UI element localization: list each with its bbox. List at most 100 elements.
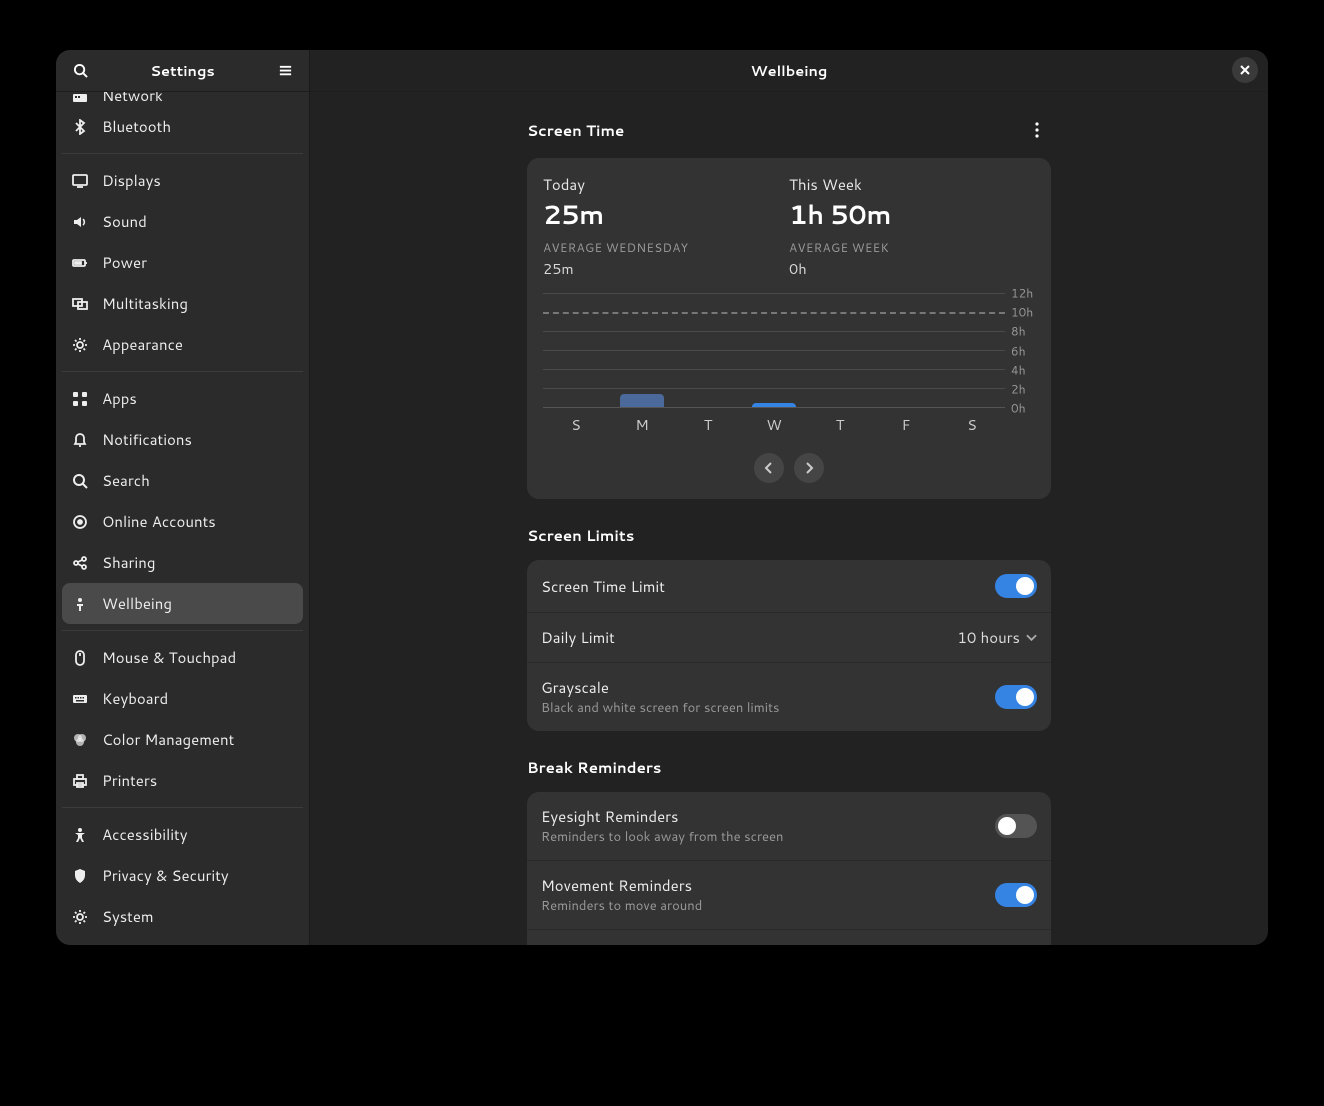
- movement-schedule-row[interactable]: Movement Break Schedule 5 minutes / 30 m…: [527, 929, 1051, 945]
- gridline: [543, 293, 1005, 294]
- today-label: Today: [543, 174, 789, 195]
- online-accounts-icon: [72, 514, 88, 530]
- week-avg-label: AVERAGE WEEK: [789, 239, 1035, 256]
- sidebar-item-search[interactable]: Search: [62, 460, 303, 501]
- sidebar-item-label: Network: [102, 92, 163, 106]
- kebab-icon: [1035, 122, 1039, 138]
- screen-time-heading: Screen Time: [527, 120, 624, 141]
- menu-button[interactable]: [271, 57, 299, 85]
- sidebar-item-label: Printers: [102, 770, 157, 791]
- chart-nav: [527, 439, 1051, 499]
- close-icon: [1240, 65, 1250, 75]
- sidebar-item-online-accounts[interactable]: Online Accounts: [62, 501, 303, 542]
- multitasking-icon: [72, 296, 88, 312]
- privacy-security-icon: [72, 868, 88, 884]
- sidebar-item-power[interactable]: Power: [62, 242, 303, 283]
- sidebar-separator: [62, 630, 303, 631]
- daily-limit-value: 10 hours: [957, 627, 1037, 648]
- screen-limits-heading: Screen Limits: [527, 525, 1051, 546]
- search-icon: [73, 63, 88, 78]
- x-tick-label: T: [807, 414, 873, 435]
- main-panel: Wellbeing Screen Time Today 25m: [310, 50, 1268, 945]
- settings-window: Settings Network Bluetooth DisplaysSoundPo…: [56, 50, 1268, 945]
- chevron-right-icon: [804, 462, 814, 474]
- eyesight-toggle[interactable]: [995, 814, 1037, 838]
- chevron-left-icon: [764, 462, 774, 474]
- sidebar-item-mouse-touchpad[interactable]: Mouse & Touchpad: [62, 637, 303, 678]
- sidebar: Settings Network Bluetooth DisplaysSoundPo…: [56, 50, 310, 945]
- sidebar-item-label: Privacy & Security: [102, 865, 229, 886]
- eyesight-reminders-row: Eyesight Reminders Reminders to look awa…: [527, 792, 1051, 860]
- break-reminders-list: Eyesight Reminders Reminders to look awa…: [527, 792, 1051, 945]
- screen-time-limit-toggle[interactable]: [995, 574, 1037, 598]
- next-week-button[interactable]: [794, 453, 824, 483]
- bluetooth-icon: [72, 119, 88, 135]
- x-tick-label: T: [675, 414, 741, 435]
- gridline: [543, 331, 1005, 332]
- sound-icon: [72, 214, 88, 230]
- page-title: Wellbeing: [751, 60, 828, 81]
- sidebar-item-label: Keyboard: [102, 688, 168, 709]
- main-header: Wellbeing: [310, 50, 1268, 92]
- sidebar-item-sound[interactable]: Sound: [62, 201, 303, 242]
- sidebar-item-bluetooth[interactable]: Bluetooth: [62, 106, 303, 147]
- y-tick-label: 10h: [1011, 304, 1033, 321]
- movement-schedule-value: 5 minutes / 30 minutes: [860, 944, 1037, 945]
- sidebar-item-printers[interactable]: Printers: [62, 760, 303, 801]
- week-label: This Week: [789, 174, 1035, 195]
- sidebar-item-sharing[interactable]: Sharing: [62, 542, 303, 583]
- daily-limit-label: Daily Limit: [541, 627, 957, 648]
- sidebar-item-displays[interactable]: Displays: [62, 160, 303, 201]
- screen-time-limit-label: Screen Time Limit: [541, 576, 995, 597]
- gridline: [543, 369, 1005, 370]
- screen-time-heading-row: Screen Time: [527, 116, 1051, 144]
- sidebar-item-label: Bluetooth: [102, 116, 171, 137]
- sidebar-item-privacy-security[interactable]: Privacy & Security: [62, 855, 303, 896]
- sidebar-item-system[interactable]: System: [62, 896, 303, 937]
- content-inner: Screen Time Today 25m AVERAGE WEDNESDAY …: [527, 116, 1051, 905]
- search-button[interactable]: [66, 57, 94, 85]
- sidebar-header: Settings: [56, 50, 309, 92]
- y-tick-label: 4h: [1011, 361, 1026, 378]
- movement-sub: Reminders to move around: [541, 897, 995, 915]
- apps-icon: [72, 391, 88, 407]
- keyboard-icon: [72, 691, 88, 707]
- sharing-icon: [72, 555, 88, 571]
- screen-limits-section: Screen Limits Screen Time Limit Daily Li…: [527, 525, 1051, 731]
- screen-time-limit-row: Screen Time Limit: [527, 560, 1051, 612]
- week-avg-value: 0h: [789, 258, 1035, 279]
- sidebar-item-label: Sharing: [102, 552, 155, 573]
- sidebar-item-notifications[interactable]: Notifications: [62, 419, 303, 460]
- sidebar-item-color-management[interactable]: Color Management: [62, 719, 303, 760]
- movement-toggle[interactable]: [995, 883, 1037, 907]
- sidebar-separator: [62, 153, 303, 154]
- x-tick-label: S: [543, 414, 609, 435]
- sidebar-item-appearance[interactable]: Appearance: [62, 324, 303, 365]
- sidebar-item-network[interactable]: Network: [62, 92, 303, 106]
- eyesight-sub: Reminders to look away from the screen: [541, 828, 995, 846]
- gridline: [543, 312, 1005, 314]
- prev-week-button[interactable]: [754, 453, 784, 483]
- sidebar-item-wellbeing[interactable]: Wellbeing: [62, 583, 303, 624]
- week-stat: This Week 1h 50m AVERAGE WEEK 0h: [789, 174, 1035, 279]
- grayscale-toggle[interactable]: [995, 685, 1037, 709]
- sidebar-item-label: Notifications: [102, 429, 192, 450]
- screen-time-card: Today 25m AVERAGE WEDNESDAY 25m This Wee…: [527, 158, 1051, 499]
- content-scroll[interactable]: Screen Time Today 25m AVERAGE WEDNESDAY …: [310, 92, 1268, 945]
- sidebar-item-keyboard[interactable]: Keyboard: [62, 678, 303, 719]
- sidebar-item-accessibility[interactable]: Accessibility: [62, 814, 303, 855]
- today-stat: Today 25m AVERAGE WEDNESDAY 25m: [543, 174, 789, 279]
- sidebar-list[interactable]: Network Bluetooth DisplaysSoundPowerMultit…: [56, 92, 309, 945]
- movement-schedule-label: Movement Break Schedule: [541, 944, 860, 945]
- screen-time-menu-button[interactable]: [1023, 116, 1051, 144]
- appearance-icon: [72, 337, 88, 353]
- y-tick-label: 8h: [1011, 323, 1026, 340]
- x-tick-label: F: [873, 414, 939, 435]
- close-button[interactable]: [1232, 57, 1258, 83]
- week-value: 1h 50m: [789, 197, 1035, 233]
- eyesight-label: Eyesight Reminders: [541, 806, 995, 827]
- app-title: Settings: [94, 60, 271, 81]
- sidebar-item-multitasking[interactable]: Multitasking: [62, 283, 303, 324]
- daily-limit-row[interactable]: Daily Limit 10 hours: [527, 612, 1051, 662]
- sidebar-item-apps[interactable]: Apps: [62, 378, 303, 419]
